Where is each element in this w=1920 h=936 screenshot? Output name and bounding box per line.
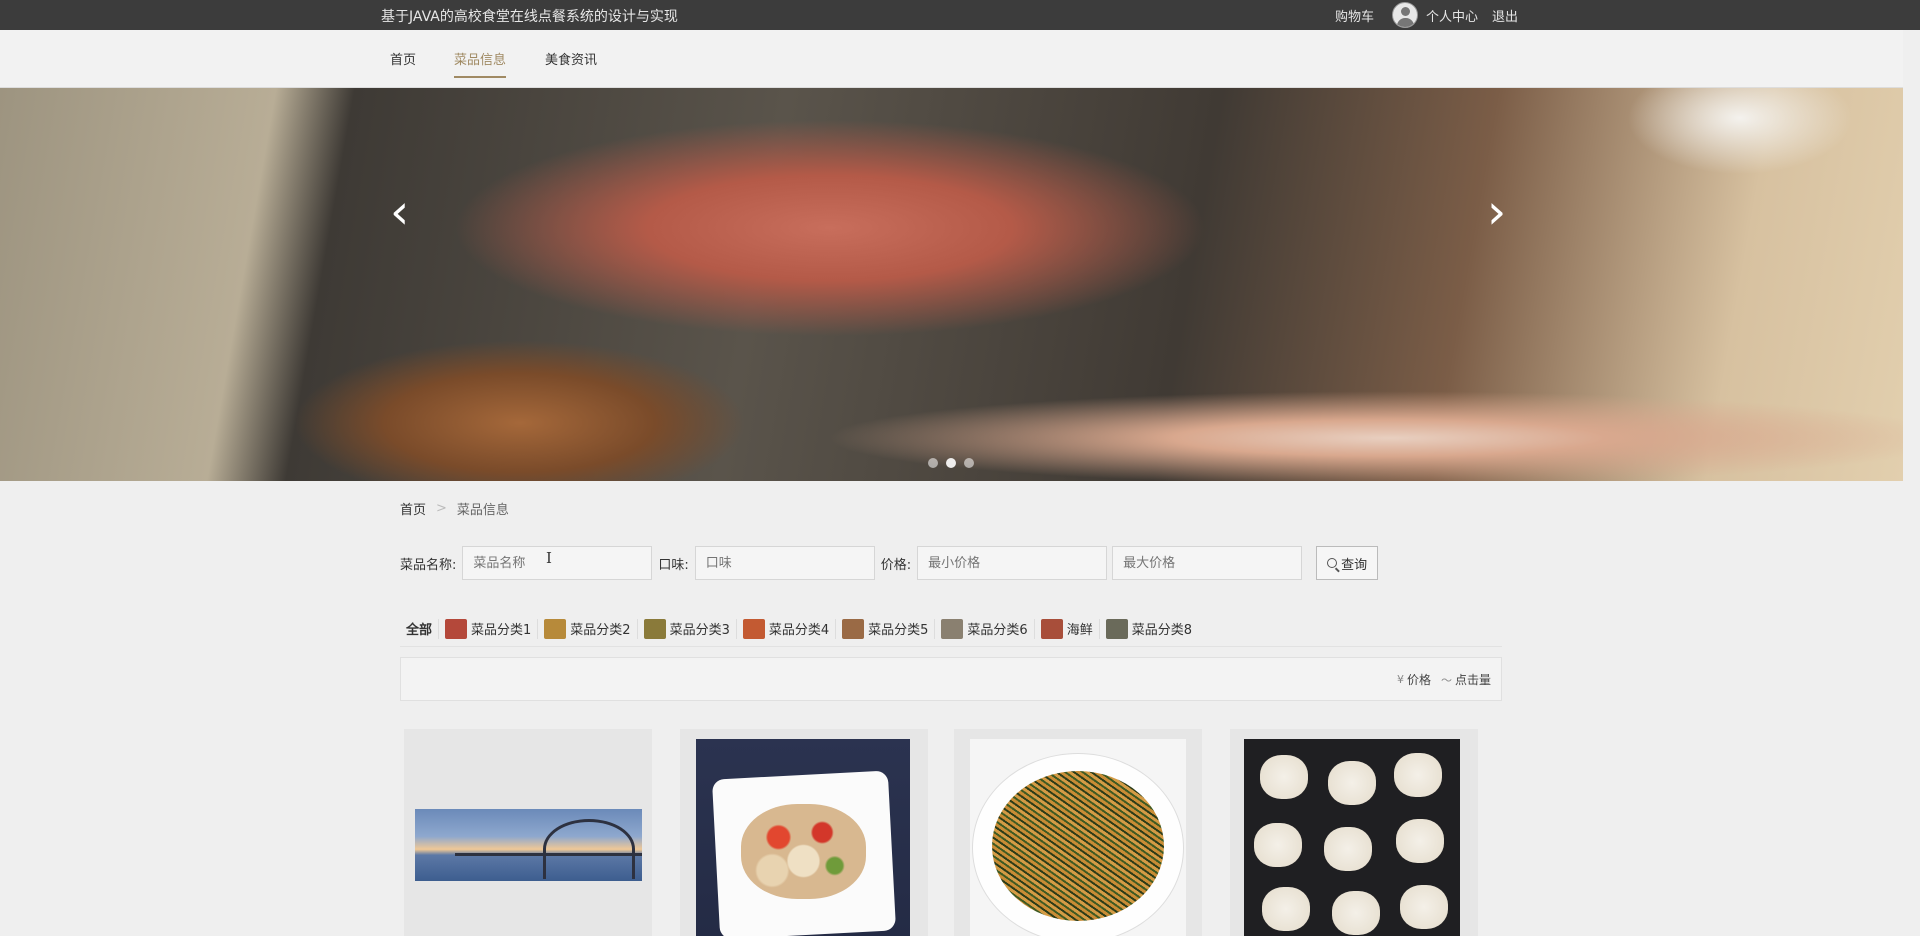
category-thumbnail-icon [643, 618, 666, 639]
bridge-arc-shape [543, 819, 635, 879]
category-thumbnail-icon [941, 618, 964, 639]
yen-icon: ¥ [1396, 673, 1404, 686]
category-thumbnail-icon [742, 618, 765, 639]
banner-carousel[interactable]: ‹ › [0, 88, 1903, 481]
max-price-input[interactable] [1112, 546, 1303, 580]
pastry-shape [1324, 827, 1372, 871]
pastry-shape [1396, 819, 1444, 863]
category-label: 菜品分类5 [868, 623, 929, 638]
category-label: 菜品分类8 [1131, 623, 1192, 638]
banner-dot[interactable] [946, 458, 956, 468]
query-button-label: 查询 [1341, 557, 1368, 573]
category-label: 菜品分类4 [768, 623, 830, 638]
category-thumbnail-icon [842, 618, 865, 639]
category-all[interactable]: 全部 [400, 618, 440, 639]
product-card[interactable] [680, 729, 928, 936]
category-item[interactable]: 菜品分类8 [1100, 618, 1198, 639]
category-label: 菜品分类1 [471, 623, 532, 638]
bridge-deck-shape [455, 853, 642, 856]
category-item[interactable]: 菜品分类2 [538, 618, 638, 639]
banner-dot[interactable] [928, 458, 938, 468]
banner-indicators [928, 458, 974, 468]
cart-link[interactable]: 购物车 [1335, 6, 1374, 25]
food-shape [992, 771, 1164, 921]
category-thumbnail-icon [1105, 618, 1128, 639]
query-button[interactable]: 查询 [1316, 546, 1379, 580]
pastry-shape [1328, 761, 1376, 805]
trend-chart-icon: 〜 [1440, 673, 1452, 687]
category-label: 海鲜 [1066, 623, 1093, 638]
breadcrumb-home[interactable]: 首页 [400, 499, 426, 518]
food-shape [741, 804, 866, 899]
nav-food-news[interactable]: 美食资讯 [545, 49, 597, 76]
lotus-root-dish-image [696, 739, 910, 936]
top-right-links: 购物车 个人中心 退出 [1335, 0, 1518, 30]
category-item[interactable]: 菜品分类4 [737, 618, 837, 639]
category-item[interactable]: 海鲜 [1035, 618, 1100, 639]
profile-link[interactable]: 个人中心 [1426, 6, 1478, 25]
pastry-shape [1260, 755, 1308, 799]
sort-price-label: 价格 [1406, 673, 1431, 687]
product-card[interactable] [1230, 729, 1478, 936]
pastry-shape [1394, 753, 1442, 797]
dish-name-label: 菜品名称: [400, 557, 457, 573]
pastry-shape [1400, 885, 1448, 929]
category-item[interactable]: 菜品分类1 [439, 618, 539, 639]
breadcrumb: 首页 > 菜品信息 [400, 499, 509, 518]
category-label: 菜品分类3 [669, 623, 730, 638]
sort-by-price[interactable]: ¥ 价格 [1397, 671, 1431, 688]
main-nav: 首页 菜品信息 美食资讯 [0, 30, 1903, 88]
banner-next-arrow-icon[interactable]: › [1487, 188, 1506, 236]
category-thumbnail-icon [544, 618, 567, 639]
taste-label: 口味: [658, 557, 689, 573]
nav-home[interactable]: 首页 [390, 49, 416, 76]
logout-link[interactable]: 退出 [1492, 6, 1518, 25]
sort-bar: ¥ 价格 〜 点击量 [400, 657, 1502, 701]
min-price-input[interactable] [917, 546, 1108, 580]
category-thumbnail-icon [1040, 618, 1063, 639]
banner-prev-arrow-icon[interactable]: ‹ [390, 188, 409, 236]
breadcrumb-current: 菜品信息 [456, 503, 509, 518]
bridge-landscape-image [415, 809, 642, 881]
lotus-pastry-image [1244, 739, 1460, 936]
site-title: 基于JAVA的高校食堂在线点餐系统的设计与实现 [381, 9, 678, 25]
banner-dot[interactable] [964, 458, 974, 468]
pastry-shape [1262, 887, 1310, 931]
product-card[interactable] [404, 729, 652, 936]
top-bar: 基于JAVA的高校食堂在线点餐系统的设计与实现 购物车 个人中心 退出 [0, 0, 1920, 30]
search-icon [1327, 558, 1338, 568]
pastry-shape [1254, 823, 1302, 867]
breadcrumb-separator: > [436, 501, 447, 516]
category-label: 菜品分类2 [570, 623, 631, 638]
category-item[interactable]: 菜品分类6 [935, 618, 1035, 639]
category-filter: 全部 菜品分类1 菜品分类2 菜品分类3 菜品分类4 菜品分类5 菜品分类6 海… [400, 611, 1502, 647]
sort-by-clicks[interactable]: 〜 点击量 [1441, 671, 1491, 688]
stir-fried-noodles-image [970, 739, 1186, 936]
sort-clicks-label: 点击量 [1454, 673, 1491, 687]
text-cursor-icon: I [546, 549, 552, 567]
category-item[interactable]: 菜品分类5 [836, 618, 936, 639]
product-card[interactable] [954, 729, 1202, 936]
price-label: 价格: [880, 557, 912, 573]
pastry-shape [1332, 891, 1380, 935]
category-thumbnail-icon [445, 618, 468, 639]
category-label: 菜品分类6 [967, 623, 1028, 638]
nav-dish-info[interactable]: 菜品信息 [454, 49, 507, 78]
category-item[interactable]: 菜品分类3 [638, 618, 737, 639]
user-avatar-icon[interactable] [1391, 2, 1418, 28]
taste-input[interactable] [694, 546, 875, 580]
sort-options: ¥ 价格 〜 点击量 [1397, 671, 1491, 688]
